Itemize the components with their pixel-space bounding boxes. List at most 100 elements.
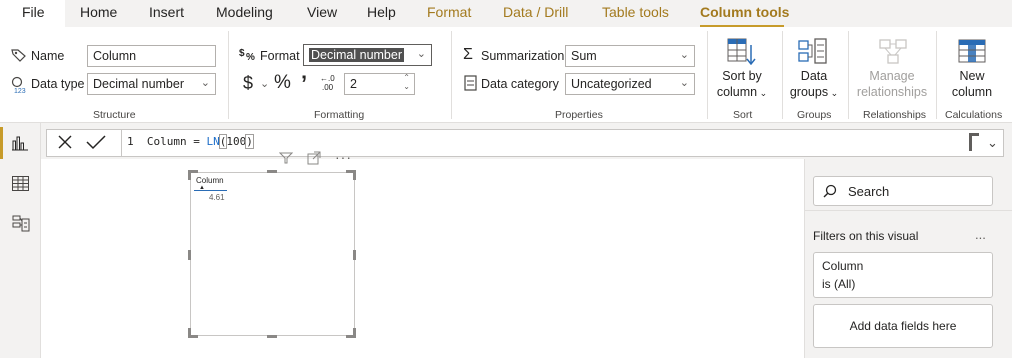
format-icon: $% [239,46,257,65]
file-menu-label: File [22,4,45,20]
resize-handle[interactable] [267,170,277,173]
new-column-button[interactable]: New column [942,33,1002,105]
format-label: Format [260,49,300,63]
tab-format[interactable]: Format [427,4,471,20]
data-type-label: Data type [31,77,85,91]
group-label-relationships: Relationships [863,109,927,121]
expand-icon[interactable] [307,151,321,168]
summarization-value: Sum [571,49,597,63]
data-groups-button[interactable]: Data groups ⌄ [786,33,842,105]
report-canvas[interactable] [41,159,804,358]
formula-close-paren: ) [245,134,254,149]
funnel-icon[interactable] [278,152,294,167]
relationships-button-text: Manage relationships [852,68,932,100]
ribbon: Name Column 123 Data type Decimal number… [0,27,1012,123]
resize-handle[interactable] [353,250,356,260]
groups-button-line1: Data [800,69,828,83]
chevron-down-icon: ⌄ [679,77,689,89]
model-icon[interactable] [12,215,30,236]
group-label-calculations: Calculations [945,109,1003,121]
formula-function: LN [206,135,220,148]
add-data-fields-dropzone[interactable]: Add data fields here [813,304,993,348]
tab-home[interactable]: Home [80,4,117,20]
sort-by-column-icon [727,37,757,68]
decimal-places-icon[interactable]: ←.0.00 [318,73,336,94]
ellipsis-icon[interactable]: ··· [335,149,352,165]
group-divider [848,31,849,119]
tab-data-drill[interactable]: Data / Drill [503,4,568,20]
comma-button[interactable]: ’ [301,71,307,97]
data-category-icon [464,75,477,94]
group-label-groups: Groups [797,109,832,121]
close-icon[interactable] [57,134,73,153]
filter-search-box[interactable]: Search [813,176,993,206]
chevron-down-icon: ⌄ [828,88,839,98]
group-divider [707,31,708,119]
data-type-icon: 123 [11,76,29,97]
data-category-label: Data category [481,77,559,91]
filter-card-column[interactable]: Column is (All) [813,252,993,298]
currency-button[interactable]: $ [243,73,253,94]
active-view-indicator [0,127,3,159]
formula-argument: 100 [226,135,247,148]
svg-text:.00: .00 [322,83,334,91]
formula-line-number: 1 [127,135,134,148]
decimal-places-stepper[interactable]: 2 ⌃ ⌄ [344,73,415,95]
resize-handle[interactable] [353,328,356,338]
summarization-label: Summarization [481,49,565,63]
sort-button-text: Sort by column ⌄ [712,68,772,101]
name-field[interactable]: Column [87,45,216,67]
summarization-dropdown[interactable]: Sum ⌄ [565,45,695,67]
resize-handle[interactable] [188,170,191,180]
formula-bar: 1 Column = LN(100) ⌄ [41,123,1012,159]
tab-column-tools[interactable]: Column tools [700,4,789,20]
group-divider [451,31,452,119]
formula-editor[interactable]: 1 Column = LN(100) ⌄ [46,129,1004,157]
expand-formula-chevron-icon[interactable]: ⌄ [987,135,998,151]
tab-help[interactable]: Help [367,4,396,20]
bar-chart-icon[interactable] [12,135,28,154]
filters-pane: Search Filters on this visual ... Column… [804,159,1012,358]
group-label-formatting: Formatting [314,109,365,121]
sort-button-line2: column [716,85,758,99]
group-divider [936,31,937,119]
resize-handle[interactable] [188,328,191,338]
svg-text:%: % [246,52,255,62]
svg-text:←.0: ←.0 [320,74,335,83]
data-category-value: Uncategorized [571,77,652,91]
tab-insert[interactable]: Insert [149,4,184,20]
search-icon [823,184,837,201]
chevron-down-icon[interactable]: ⌄ [260,77,269,90]
resize-handle[interactable] [188,250,191,260]
data-category-dropdown[interactable]: Uncategorized ⌄ [565,73,695,95]
sort-by-column-button[interactable]: Sort by column ⌄ [712,33,772,105]
new-column-line2: column [951,85,993,99]
filters-more-button[interactable]: ... [975,227,986,242]
resize-handle[interactable] [267,335,277,338]
chevron-down-icon: ⌄ [757,88,768,98]
chevron-down-icon: ⌄ [416,48,426,60]
name-field-value: Column [93,49,137,63]
data-type-value: Decimal number [93,77,185,91]
formula-scroll-thumb[interactable] [969,133,979,151]
format-dropdown[interactable]: Decimal number ⌄ [303,44,432,66]
tab-table-tools[interactable]: Table tools [602,4,669,20]
percent-button[interactable]: % [274,72,291,94]
stepper-arrows-icon[interactable]: ⌃ ⌄ [403,73,410,91]
resize-handle[interactable] [353,170,356,180]
data-type-dropdown[interactable]: Decimal number ⌄ [87,73,216,95]
table-visual[interactable]: Column ▲ 4.61 [190,172,355,336]
table-grid-icon[interactable] [12,176,29,194]
pane-divider [805,210,1012,211]
filters-section-title: Filters on this visual [813,229,919,243]
tab-modeling[interactable]: Modeling [216,4,273,20]
file-tab[interactable]: File [0,0,65,27]
group-label-properties: Properties [555,109,603,121]
group-label-structure: Structure [93,109,136,121]
checkmark-icon[interactable] [86,134,106,153]
formula-gap [134,135,147,148]
sort-button-line1: Sort by [722,69,762,83]
tab-view[interactable]: View [307,4,337,20]
new-column-line1: New [959,69,985,83]
groups-button-text: Data groups ⌄ [786,68,842,101]
